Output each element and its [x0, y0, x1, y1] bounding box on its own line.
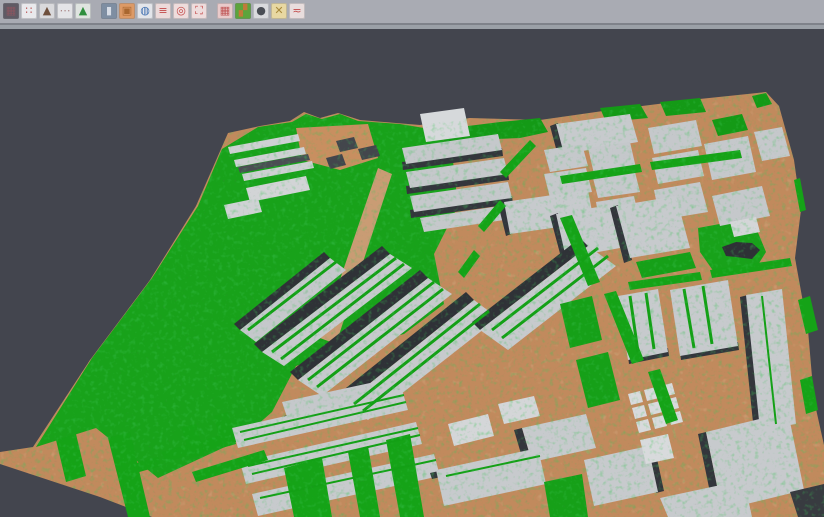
ortho-tile-icon[interactable]: ▣ [119, 3, 135, 19]
stack-list-icon[interactable]: ≡ [155, 3, 171, 19]
target-circle-icon[interactable]: ◎ [173, 3, 189, 19]
crop-frame-icon[interactable]: ⛶ [191, 3, 207, 19]
terrain-mountain-icon[interactable]: ▲ [39, 3, 55, 19]
vegetation-hill-icon[interactable]: ▲ [75, 3, 91, 19]
dark-sphere-icon[interactable]: ● [253, 3, 269, 19]
measure-cross-icon[interactable]: ✕ [271, 3, 287, 19]
main-toolbar: ▦∷▲⋯▲▮▣◍≡◎⛶▦▞●✕≂ [0, 0, 824, 23]
profile-view-icon[interactable]: ▮ [101, 3, 117, 19]
application-window: ▦∷▲⋯▲▮▣◍≡◎⛶▦▞●✕≂ [0, 0, 824, 517]
red-grid-icon[interactable]: ▦ [217, 3, 233, 19]
flag-bars-icon[interactable]: ≂ [289, 3, 305, 19]
viewport-3d[interactable] [0, 0, 824, 517]
classify-points-icon[interactable]: ∷ [21, 3, 37, 19]
sparse-points-icon[interactable]: ⋯ [57, 3, 73, 19]
globe-icon[interactable]: ◍ [137, 3, 153, 19]
classified-map-icon[interactable]: ▞ [235, 3, 251, 19]
toolbar-separator-light [0, 25, 824, 29]
open-cloud-icon[interactable]: ▦ [3, 3, 19, 19]
